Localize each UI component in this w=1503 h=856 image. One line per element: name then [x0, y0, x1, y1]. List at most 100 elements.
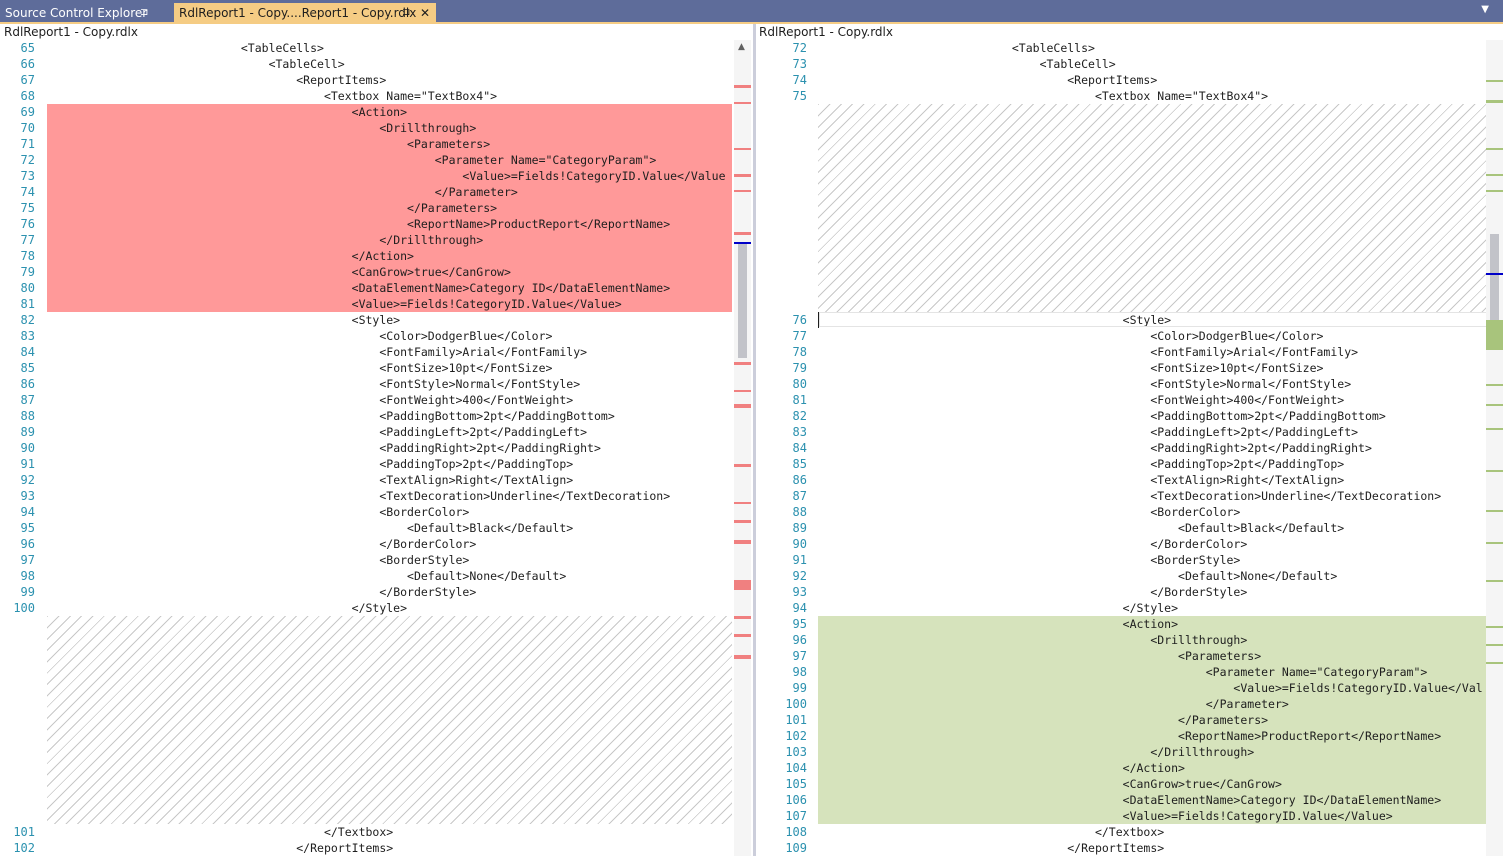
code-text-added[interactable]: <Action>	[818, 616, 1490, 632]
code-text[interactable]: <TableCell>	[818, 56, 1490, 72]
code-line: 71 <Parameters>	[0, 136, 753, 152]
code-text[interactable]: <PaddingTop>2pt</PaddingTop>	[818, 456, 1490, 472]
diff-marker	[1486, 384, 1503, 386]
code-text[interactable]: <Color>DodgerBlue</Color>	[47, 328, 732, 344]
code-text[interactable]: <TextAlign>Right</TextAlign>	[818, 472, 1490, 488]
code-text[interactable]: <TextDecoration>Underline</TextDecoratio…	[818, 488, 1490, 504]
code-text[interactable]: <BorderStyle>	[47, 552, 732, 568]
code-text-removed[interactable]: </Action>	[47, 248, 732, 264]
right-vertical-scrollbar[interactable]	[1486, 40, 1503, 856]
code-text-removed[interactable]: <Parameters>	[47, 136, 732, 152]
code-text-added[interactable]: </Parameters>	[818, 712, 1490, 728]
code-text-removed[interactable]: </Drillthrough>	[47, 232, 732, 248]
line-number: 87	[792, 489, 807, 503]
code-text[interactable]: <Textbox Name="TextBox4">	[818, 88, 1490, 104]
code-text-removed[interactable]: </Parameter>	[47, 184, 732, 200]
code-text[interactable]: <FontStyle>Normal</FontStyle>	[47, 376, 732, 392]
left-diff-pane[interactable]: RdlReport1 - Copy.rdlx 65 <TableCells> 66…	[0, 24, 753, 856]
code-text[interactable]: <ReportItems>	[818, 72, 1490, 88]
code-text[interactable]: <Color>DodgerBlue</Color>	[818, 328, 1490, 344]
code-text-removed[interactable]: <Parameter Name="CategoryParam">	[47, 152, 732, 168]
code-text[interactable]: </ReportItems>	[818, 840, 1490, 856]
code-text[interactable]: <FontSize>10pt</FontSize>	[47, 360, 732, 376]
code-text[interactable]: </ReportItems>	[47, 840, 732, 856]
code-text[interactable]: <PaddingRight>2pt</PaddingRight>	[47, 440, 732, 456]
code-text[interactable]: </Textbox>	[47, 824, 732, 840]
diff-marker	[734, 616, 751, 619]
code-text-added[interactable]: </Parameter>	[818, 696, 1490, 712]
left-vertical-scrollbar[interactable]: ▲	[734, 40, 751, 856]
code-text[interactable]: <PaddingBottom>2pt</PaddingBottom>	[47, 408, 732, 424]
code-content: <Color>DodgerBlue</Color>	[1150, 329, 1324, 343]
code-text-added[interactable]: <Parameters>	[818, 648, 1490, 664]
code-text[interactable]: <FontFamily>Arial</FontFamily>	[818, 344, 1490, 360]
code-content: <FontStyle>Normal</FontStyle>	[1150, 377, 1352, 391]
code-text-added[interactable]: <Value>=Fields!CategoryID.Value</Value>	[818, 808, 1490, 824]
code-text[interactable]: <TableCells>	[47, 40, 732, 56]
code-text[interactable]: <TextAlign>Right</TextAlign>	[47, 472, 732, 488]
code-text[interactable]: <Style>	[47, 312, 732, 328]
code-text[interactable]: <PaddingTop>2pt</PaddingTop>	[47, 456, 732, 472]
code-text[interactable]: </BorderColor>	[818, 536, 1490, 552]
code-text[interactable]: <PaddingLeft>2pt</PaddingLeft>	[818, 424, 1490, 440]
pin-icon[interactable]: ⊐	[140, 3, 148, 23]
code-text-added[interactable]: <ReportName>ProductReport</ReportName>	[818, 728, 1490, 744]
code-text-added[interactable]: <DataElementName>Category ID</DataElemen…	[818, 792, 1490, 808]
code-text[interactable]: <Default>None</Default>	[47, 568, 732, 584]
code-text-added[interactable]: </Action>	[818, 760, 1490, 776]
diff-marker	[734, 148, 751, 150]
code-text-removed[interactable]: <Value>=Fields!CategoryID.Value</Value	[47, 168, 732, 184]
code-text-removed[interactable]: <DataElementName>Category ID</DataElemen…	[47, 280, 732, 296]
code-text-added[interactable]: </Drillthrough>	[818, 744, 1490, 760]
code-text[interactable]: </BorderColor>	[47, 536, 732, 552]
code-text[interactable]: <Textbox Name="TextBox4">	[47, 88, 732, 104]
code-text[interactable]: <Default>Black</Default>	[818, 520, 1490, 536]
code-text[interactable]: <BorderStyle>	[818, 552, 1490, 568]
code-line: 86 <TextAlign>Right</TextAlign>	[756, 472, 1503, 488]
code-text[interactable]: <Default>Black</Default>	[47, 520, 732, 536]
code-text[interactable]: <TextDecoration>Underline</TextDecoratio…	[47, 488, 732, 504]
close-icon[interactable]: ✕	[420, 3, 430, 23]
code-text-removed[interactable]: <Value>=Fields!CategoryID.Value</Value>	[47, 296, 732, 312]
scroll-up-icon[interactable]: ▲	[738, 42, 745, 52]
code-text-removed[interactable]: <ReportName>ProductReport</ReportName>	[47, 216, 732, 232]
code-text[interactable]: <PaddingRight>2pt</PaddingRight>	[818, 440, 1490, 456]
code-text[interactable]: </Style>	[47, 600, 732, 616]
code-content: <PaddingRight>2pt</PaddingRight>	[1150, 441, 1372, 455]
code-text-added[interactable]: <Parameter Name="CategoryParam">	[818, 664, 1490, 680]
tab-source-control-explorer[interactable]: Source Control Explorer ⊐	[0, 3, 170, 24]
code-text[interactable]: </BorderStyle>	[47, 584, 732, 600]
code-text[interactable]: <BorderColor>	[818, 504, 1490, 520]
code-text[interactable]: <TableCells>	[818, 40, 1490, 56]
code-text-added[interactable]: <CanGrow>true</CanGrow>	[818, 776, 1490, 792]
code-text[interactable]: <PaddingLeft>2pt</PaddingLeft>	[47, 424, 732, 440]
code-text[interactable]: <TableCell>	[47, 56, 732, 72]
code-text[interactable]: <PaddingBottom>2pt</PaddingBottom>	[818, 408, 1490, 424]
code-text[interactable]: </Style>	[818, 600, 1490, 616]
code-text[interactable]: <FontFamily>Arial</FontFamily>	[47, 344, 732, 360]
code-text[interactable]: <FontWeight>400</FontWeight>	[818, 392, 1490, 408]
chevron-down-icon[interactable]: ▼	[1481, 4, 1489, 15]
pin-icon[interactable]: ⊐	[402, 3, 410, 23]
code-text[interactable]: <FontWeight>400</FontWeight>	[47, 392, 732, 408]
code-text-removed[interactable]: </Parameters>	[47, 200, 732, 216]
scrollbar-thumb[interactable]	[738, 244, 747, 358]
code-text-added[interactable]: <Drillthrough>	[818, 632, 1490, 648]
code-line: 87 <FontWeight>400</FontWeight>	[0, 392, 753, 408]
code-content: </BorderColor>	[1150, 537, 1248, 551]
code-text[interactable]: </Textbox>	[818, 824, 1490, 840]
code-text[interactable]: <ReportItems>	[47, 72, 732, 88]
diff-placeholder-line	[0, 648, 753, 664]
code-text[interactable]: <FontStyle>Normal</FontStyle>	[818, 376, 1490, 392]
code-text-removed[interactable]: <Drillthrough>	[47, 120, 732, 136]
code-text-removed[interactable]: <Action>	[47, 104, 732, 120]
code-text-removed[interactable]: <CanGrow>true</CanGrow>	[47, 264, 732, 280]
code-text[interactable]: </BorderStyle>	[818, 584, 1490, 600]
tab-rdl-compare[interactable]: RdlReport1 - Copy....Report1 - Copy.rdlx…	[174, 3, 436, 24]
code-text[interactable]: <Default>None</Default>	[818, 568, 1490, 584]
code-text[interactable]: <FontSize>10pt</FontSize>	[818, 360, 1490, 376]
code-content: </Style>	[351, 601, 408, 615]
code-text[interactable]: <BorderColor>	[47, 504, 732, 520]
code-text-added[interactable]: <Value>=Fields!CategoryID.Value</Val	[818, 680, 1490, 696]
right-diff-pane[interactable]: RdlReport1 - Copy.rdlx 72 <TableCells> 73…	[756, 24, 1503, 856]
